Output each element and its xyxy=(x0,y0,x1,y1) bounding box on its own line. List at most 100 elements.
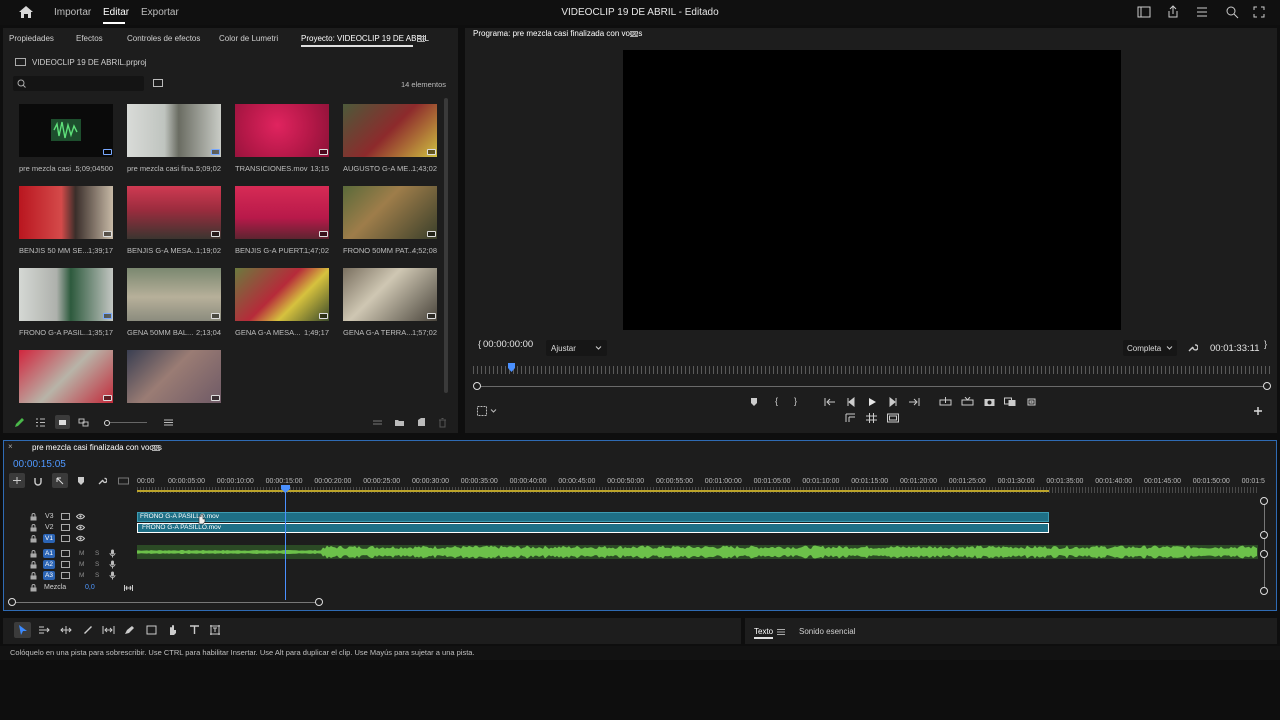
tab-efectos[interactable]: Efectos xyxy=(76,34,103,43)
tab-texto[interactable]: Texto xyxy=(754,627,773,636)
go-to-out-icon[interactable] xyxy=(908,397,920,407)
hand-tool-icon[interactable] xyxy=(167,624,178,636)
zoom-slider-handle[interactable] xyxy=(104,420,110,426)
lock-icon[interactable] xyxy=(30,584,37,592)
lock-icon[interactable] xyxy=(30,561,37,569)
expand-icon[interactable] xyxy=(1252,5,1266,19)
pencil-icon[interactable] xyxy=(14,417,25,428)
texto-menu-icon[interactable] xyxy=(777,628,785,636)
sync-lock-icon[interactable] xyxy=(61,550,70,557)
trim-mode-icon[interactable] xyxy=(845,413,856,423)
tab-color-lumetri[interactable]: Color de Lumetri xyxy=(219,34,278,43)
vertical-zoom-handle-2[interactable] xyxy=(1260,531,1268,539)
wrench-icon[interactable] xyxy=(1187,342,1198,353)
sync-lock-icon[interactable] xyxy=(61,572,70,579)
eye-icon[interactable] xyxy=(76,513,85,520)
sort-icon[interactable] xyxy=(163,417,174,428)
project-scrollbar[interactable] xyxy=(444,98,448,393)
mute-button[interactable]: M xyxy=(79,561,84,568)
tab-proyecto[interactable]: Proyecto: VIDEOCLIP 19 DE ABRIL xyxy=(301,34,429,43)
program-monitor-title[interactable]: Programa: pre mezcla casi finalizada con… xyxy=(473,29,642,38)
multicam-icon[interactable] xyxy=(1026,397,1037,407)
step-back-icon[interactable] xyxy=(846,397,856,407)
sync-lock-icon[interactable] xyxy=(61,513,70,520)
sync-lock-icon[interactable] xyxy=(61,535,70,542)
sync-lock-icon[interactable] xyxy=(61,524,70,531)
eye-icon[interactable] xyxy=(76,524,85,531)
project-item-thumbnail[interactable] xyxy=(235,186,329,239)
microphone-icon[interactable] xyxy=(109,549,116,558)
play-icon[interactable] xyxy=(867,397,877,407)
tab-sonido-esencial[interactable]: Sonido esencial xyxy=(799,627,855,636)
video-preview[interactable] xyxy=(623,50,1121,330)
track-target-a1[interactable]: A1 xyxy=(43,549,55,558)
track-target-a2[interactable]: A2 xyxy=(43,560,55,569)
program-timecode[interactable]: 00:00:00:00 xyxy=(483,339,533,350)
track-target-a3[interactable]: A3 xyxy=(43,571,55,580)
lock-icon[interactable] xyxy=(30,513,37,521)
lock-icon[interactable] xyxy=(30,550,37,558)
project-item-thumbnail[interactable] xyxy=(127,268,221,321)
timeline-settings-icon[interactable] xyxy=(97,476,107,486)
razor-tool-icon[interactable] xyxy=(82,625,93,635)
project-item-thumbnail[interactable] xyxy=(343,186,437,239)
marker-icon[interactable] xyxy=(749,397,759,407)
compare-view-icon[interactable] xyxy=(1004,397,1016,407)
safe-margins-icon[interactable] xyxy=(477,406,497,416)
vertical-zoom-bar[interactable] xyxy=(1264,499,1265,590)
project-item-thumbnail[interactable] xyxy=(127,104,221,157)
mute-button[interactable]: M xyxy=(79,550,84,557)
text-box-tool-icon[interactable] xyxy=(209,624,221,636)
go-to-in-icon[interactable] xyxy=(824,397,836,407)
menu-edit[interactable]: Editar xyxy=(103,7,129,18)
project-item-thumbnail[interactable] xyxy=(19,268,113,321)
clip-v2[interactable]: FRONO G-A PASILLO.mov xyxy=(137,523,1049,533)
project-item-thumbnail[interactable] xyxy=(343,268,437,321)
home-icon[interactable] xyxy=(18,5,34,19)
zoom-bar-left-handle[interactable] xyxy=(473,382,481,390)
microphone-icon[interactable] xyxy=(109,571,116,580)
timeline-playhead[interactable] xyxy=(281,485,290,493)
add-button-icon[interactable] xyxy=(1253,406,1263,416)
quality-dropdown[interactable]: Completa xyxy=(1123,340,1177,356)
track-target-v1[interactable]: V1 xyxy=(43,534,55,543)
pen-tool-icon[interactable] xyxy=(124,625,135,635)
automate-sequence-icon[interactable] xyxy=(372,417,383,428)
snap-icon[interactable] xyxy=(33,476,43,486)
mark-in-icon[interactable]: { xyxy=(775,396,778,406)
project-item-thumbnail[interactable] xyxy=(343,104,437,157)
extract-icon[interactable] xyxy=(961,397,974,407)
project-item-thumbnail[interactable] xyxy=(235,104,329,157)
sync-lock-icon[interactable] xyxy=(61,561,70,568)
vertical-zoom-handle-3[interactable] xyxy=(1260,550,1268,558)
lift-icon[interactable] xyxy=(939,397,952,407)
type-tool-icon[interactable] xyxy=(189,625,200,635)
project-item-thumbnail[interactable] xyxy=(127,350,221,403)
menu-export[interactable]: Exportar xyxy=(141,7,179,18)
sequence-menu-icon[interactable] xyxy=(152,444,160,452)
mix-meter-icon[interactable] xyxy=(124,584,133,592)
project-item-thumbnail[interactable] xyxy=(19,104,113,157)
menu-lines-icon[interactable] xyxy=(1195,5,1209,19)
project-item-thumbnail[interactable] xyxy=(127,186,221,239)
zoom-bar-right-handle[interactable] xyxy=(1263,382,1271,390)
close-sequence-icon[interactable]: × xyxy=(8,442,13,451)
project-item-thumbnail[interactable] xyxy=(235,268,329,321)
freeform-view-icon[interactable] xyxy=(78,417,89,428)
work-area-bar[interactable] xyxy=(137,490,1049,492)
search-icon[interactable] xyxy=(1225,5,1239,19)
trash-icon[interactable] xyxy=(437,417,448,428)
step-forward-icon[interactable] xyxy=(888,397,898,407)
fit-dropdown[interactable]: Ajustar xyxy=(546,340,607,356)
vertical-zoom-handle-4[interactable] xyxy=(1260,587,1268,595)
add-marker-icon[interactable] xyxy=(76,476,86,486)
solo-button[interactable]: S xyxy=(95,550,99,557)
mute-button[interactable]: M xyxy=(79,572,84,579)
grid-icon[interactable] xyxy=(866,413,877,423)
microphone-icon[interactable] xyxy=(109,560,116,569)
program-zoom-bar[interactable] xyxy=(478,386,1268,387)
solo-button[interactable]: S xyxy=(95,561,99,568)
ripple-edit-tool-icon[interactable] xyxy=(60,625,72,635)
program-playhead[interactable] xyxy=(507,363,516,372)
solo-button[interactable]: S xyxy=(95,572,99,579)
